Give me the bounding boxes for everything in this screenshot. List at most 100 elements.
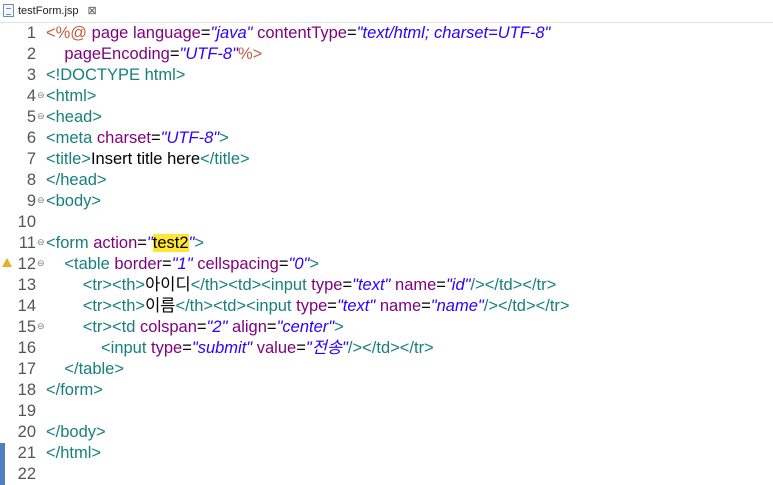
line-number: 6 — [26, 129, 36, 147]
fold-toggle-icon[interactable]: ⊖ — [37, 106, 45, 127]
line-number: 19 — [17, 402, 36, 420]
code-token: </body> — [46, 423, 106, 441]
tab-testform-jsp[interactable]: testForm.jsp ⊠ — [0, 0, 120, 21]
line-number: 3 — [26, 66, 36, 84]
code-token: name — [395, 276, 437, 294]
code-line[interactable]: 9 ⊖ <body> — [0, 191, 773, 212]
code-line[interactable]: 21 </html> — [0, 443, 773, 464]
code-token: charset — [96, 129, 152, 147]
code-token: <table — [64, 255, 115, 273]
code-line[interactable]: 14 <tr><th>이름</th><td><input type="text"… — [0, 296, 773, 317]
code-token: = — [151, 129, 161, 147]
code-line[interactable]: 4 ⊖ <html> — [0, 86, 773, 107]
fold-toggle-icon[interactable]: ⊖ — [37, 190, 45, 211]
code-line[interactable]: 8 </head> — [0, 170, 773, 191]
code-line[interactable]: 15 ⊖ <tr><td colspan="2" align="center"> — [0, 317, 773, 338]
code-text: <!DOCTYPE html> — [46, 65, 185, 86]
code-line[interactable]: 13 <tr><th>아이디</th><td><input type="text… — [0, 275, 773, 296]
line-number: 14 — [17, 297, 36, 315]
code-token: "UTF-8" — [160, 129, 220, 147]
code-line[interactable]: 10 — [0, 212, 773, 233]
code-token: align — [232, 318, 267, 336]
code-line[interactable]: 11 ⊖ <form action="test2"> — [0, 233, 773, 254]
code-token: > — [194, 234, 205, 252]
code-text: <head> — [46, 107, 102, 128]
code-token: <%@ — [46, 24, 92, 42]
code-text: <tr><th>이름</th><td><input type="text" na… — [46, 296, 570, 317]
code-token: <head> — [46, 108, 102, 126]
code-text: <table border="1" cellspacing="0"> — [46, 254, 319, 275]
fold-toggle-icon[interactable]: ⊖ — [37, 253, 45, 274]
code-token: <tr><td — [82, 318, 141, 336]
line-number: 2 — [26, 45, 36, 63]
code-line[interactable]: 6 <meta charset="UTF-8"> — [0, 128, 773, 149]
line-number: 12 — [17, 255, 36, 273]
code-line[interactable]: 5 ⊖ <head> — [0, 107, 773, 128]
code-token: "1" — [171, 255, 193, 273]
fold-toggle-icon[interactable]: ⊖ — [37, 316, 45, 337]
code-text: </form> — [46, 380, 103, 401]
code-token: "name" — [430, 297, 484, 315]
code-text: </body> — [46, 422, 106, 443]
code-token: name — [379, 297, 422, 315]
line-number: 4 — [26, 87, 36, 105]
code-token: "java" — [210, 24, 253, 42]
code-token: colspan — [140, 318, 197, 336]
code-token: /></td></tr> — [347, 339, 434, 357]
code-token: "UTF-8" — [179, 45, 238, 63]
fold-toggle-icon[interactable]: ⊖ — [37, 232, 45, 253]
code-token: contentType — [257, 24, 347, 42]
code-token: value — [256, 339, 297, 357]
code-token: page language — [91, 24, 201, 42]
code-token: = — [296, 339, 306, 357]
close-icon[interactable]: ⊠ — [88, 4, 97, 17]
code-token: /></td></tr> — [483, 297, 570, 315]
fold-toggle-icon[interactable]: ⊖ — [37, 85, 45, 106]
code-token: <body> — [46, 192, 102, 210]
code-token: "id" — [445, 276, 471, 294]
code-line[interactable]: 16 <input type="submit" value="전송"/></td… — [0, 338, 773, 359]
code-text: <%@ page language="java" contentType="te… — [46, 23, 550, 44]
code-line[interactable]: 1 <%@ page language="java" contentType="t… — [0, 23, 773, 44]
line-number: 10 — [17, 213, 36, 231]
code-token: "center" — [276, 318, 335, 336]
code-line[interactable]: 2 pageEncoding="UTF-8"%> — [0, 44, 773, 65]
code-token: = — [421, 297, 431, 315]
line-number: 18 — [17, 381, 36, 399]
code-token: "2" — [206, 318, 228, 336]
code-token: = — [162, 255, 172, 273]
line-number: 15 — [17, 318, 36, 336]
code-line[interactable]: 20 </body> — [0, 422, 773, 443]
line-number: 5 — [26, 108, 36, 126]
code-token: "0" — [288, 255, 310, 273]
code-token: pageEncoding — [64, 45, 170, 63]
code-line[interactable]: 3 <!DOCTYPE html> — [0, 65, 773, 86]
code-token: <!DOCTYPE html> — [46, 66, 186, 84]
code-line[interactable]: 12 ⊖ <table border="1" cellspacing="0"> — [0, 254, 773, 275]
code-token: cellspacing — [197, 255, 279, 273]
code-line[interactable]: 18 </form> — [0, 380, 773, 401]
code-token: <meta — [46, 129, 97, 147]
code-token: <input — [101, 339, 152, 357]
code-token: > — [219, 129, 229, 147]
code-line[interactable]: 17 </table> — [0, 359, 773, 380]
code-line[interactable]: 22 — [0, 464, 773, 485]
code-token: = — [266, 318, 277, 336]
code-line[interactable]: 19 — [0, 401, 773, 422]
code-text: <tr><td colspan="2" align="center"> — [46, 317, 344, 338]
code-editor[interactable]: 1 <%@ page language="java" contentType="t… — [0, 22, 773, 485]
line-number: 13 — [17, 276, 36, 294]
code-token: "submit" — [191, 339, 253, 357]
line-number: 16 — [17, 339, 36, 357]
code-line[interactable]: 7 <title>Insert title here</title> — [0, 149, 773, 170]
line-number: 9 — [26, 192, 36, 210]
code-text: <body> — [46, 191, 101, 212]
code-token: "전송" — [305, 339, 348, 357]
code-token: <form — [46, 234, 94, 252]
code-token: = — [196, 318, 207, 336]
code-token: 이름 — [145, 297, 176, 315]
